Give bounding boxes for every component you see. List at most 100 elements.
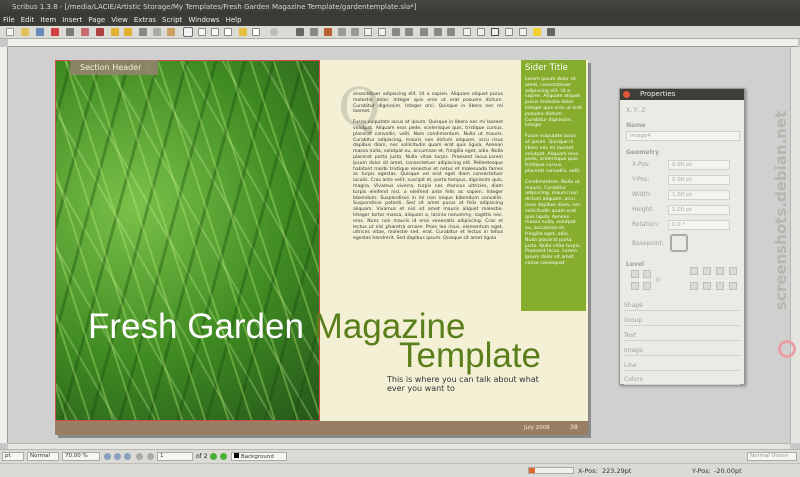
image-frame-icon[interactable] [211, 28, 219, 36]
eyedropper-icon[interactable] [447, 28, 455, 36]
size-lock-icon[interactable] [729, 267, 737, 275]
rotate-icon[interactable] [338, 28, 346, 36]
render-frame-icon[interactable] [224, 28, 232, 36]
properties-panel[interactable]: Properties X, Y, Z Name Image4 Geometry … [619, 88, 745, 385]
close-icon[interactable] [623, 91, 630, 98]
menu-extras[interactable]: Extras [131, 15, 159, 26]
xyz-tab-label[interactable]: X, Y, Z [626, 107, 646, 114]
menu-page[interactable]: Page [85, 15, 108, 26]
lock-icon[interactable] [716, 267, 724, 275]
export-pdf-icon[interactable] [96, 28, 104, 36]
undo-icon[interactable] [111, 28, 119, 36]
zoom-in-icon[interactable] [124, 453, 131, 460]
vertical-scrollbar[interactable] [790, 47, 800, 443]
link-annotation-icon[interactable] [547, 28, 555, 36]
grass-photo-image[interactable] [55, 60, 320, 421]
zoom-100-icon[interactable] [114, 453, 121, 460]
cut-icon[interactable] [139, 28, 147, 36]
flip-horizontal-icon[interactable] [690, 267, 698, 275]
frame-shape-icon[interactable] [716, 282, 724, 290]
zoom-field[interactable]: 70.00 % [62, 452, 100, 461]
print-icon[interactable] [66, 28, 74, 36]
properties-titlebar[interactable]: Properties [620, 89, 744, 100]
flip-vertical-icon[interactable] [703, 267, 711, 275]
menu-script[interactable]: Script [159, 15, 185, 26]
ypos-field[interactable]: 0.00 pt [668, 175, 730, 185]
menu-insert[interactable]: Insert [59, 15, 85, 26]
width-field[interactable]: 1.00 pt [668, 190, 730, 200]
mode-select[interactable]: Normal [27, 452, 59, 461]
text-section-header[interactable]: Text [624, 330, 740, 341]
menu-item[interactable]: Item [37, 15, 59, 26]
text-annotation-icon[interactable] [533, 28, 541, 36]
menu-edit[interactable]: Edit [18, 15, 38, 26]
paste-icon[interactable] [167, 28, 175, 36]
menu-view[interactable]: View [108, 15, 131, 26]
watermark-text: screenshots.debian.net [772, 110, 790, 310]
zoom-icon[interactable] [351, 28, 359, 36]
copy-properties-icon[interactable] [434, 28, 442, 36]
pdf-text-field-icon[interactable] [477, 28, 485, 36]
tagline-text[interactable]: This is where you can talk about what ev… [387, 375, 557, 393]
edit-text-icon[interactable] [378, 28, 386, 36]
colors-section-header[interactable]: Colors [624, 374, 740, 385]
pdf-combo-box-icon[interactable] [505, 28, 513, 36]
menu-help[interactable]: Help [223, 15, 245, 26]
last-page-icon[interactable] [220, 453, 227, 460]
first-page-icon[interactable] [136, 453, 143, 460]
open-icon[interactable] [21, 28, 29, 36]
unit-select[interactable]: pt [2, 452, 24, 461]
lower-icon[interactable] [631, 282, 639, 290]
rotation-field[interactable]: 0.0 ° [668, 220, 730, 230]
basepoint-selector-icon[interactable] [670, 234, 688, 252]
line-section-header[interactable]: Line [624, 360, 740, 371]
freehand-icon[interactable] [324, 28, 332, 36]
shape-icon[interactable] [252, 28, 260, 36]
close-document-icon[interactable] [51, 28, 59, 36]
text-frame-icon[interactable] [198, 28, 206, 36]
shape-section-header[interactable]: Shape [624, 300, 740, 311]
measure-icon[interactable] [420, 28, 428, 36]
pdf-checkbox-icon[interactable] [491, 28, 499, 36]
document-page[interactable]: Section Header Q onsectetuer adipiscing … [55, 60, 588, 435]
section-header[interactable]: Section Header [70, 60, 158, 75]
page-number-field[interactable]: 1 [157, 452, 193, 461]
raise-to-top-icon[interactable] [631, 270, 639, 278]
image-section-header[interactable]: Image [624, 345, 740, 356]
xpos-field[interactable]: 0.00 pt [668, 160, 730, 170]
edit-contents-icon[interactable] [364, 28, 372, 36]
lower-to-bottom-icon[interactable] [643, 282, 651, 290]
layer-select[interactable]: Background [231, 452, 287, 461]
height-field[interactable]: 1.00 pt [668, 205, 730, 215]
bezier-icon[interactable] [310, 28, 318, 36]
link-frames-icon[interactable] [392, 28, 400, 36]
polygon-icon[interactable] [270, 28, 278, 36]
previous-page-icon[interactable] [147, 453, 154, 460]
magazine-title-line-2[interactable]: Template [399, 336, 541, 376]
view-mode-select[interactable]: Normal Vision [747, 452, 797, 461]
copy-icon[interactable] [153, 28, 161, 36]
table-icon[interactable] [239, 28, 247, 36]
group-section-header[interactable]: Group [624, 315, 740, 326]
print-toggle-icon[interactable] [690, 282, 698, 290]
redo-icon[interactable] [124, 28, 132, 36]
bounding-box-icon[interactable] [729, 282, 737, 290]
unlink-frames-icon[interactable] [405, 28, 413, 36]
preflight-icon[interactable] [81, 28, 89, 36]
new-document-icon[interactable] [6, 28, 14, 36]
page-footer[interactable]: July 2008 38 [55, 421, 588, 435]
save-icon[interactable] [36, 28, 44, 36]
menu-windows[interactable]: Windows [185, 15, 222, 26]
next-page-icon[interactable] [210, 453, 217, 460]
menu-file[interactable]: File [0, 15, 18, 26]
text-flow-icon[interactable] [703, 282, 711, 290]
pdf-list-box-icon[interactable] [519, 28, 527, 36]
select-item-icon[interactable] [183, 27, 193, 37]
pdf-push-button-icon[interactable] [463, 28, 471, 36]
line-icon[interactable] [296, 28, 304, 36]
raise-icon[interactable] [643, 270, 651, 278]
name-field[interactable]: Image4 [626, 131, 740, 141]
sidebar-frame[interactable]: Sider Title Lorem ipsum dolor sit amet, … [521, 60, 586, 311]
body-text-frame[interactable]: onsectetuer adipiscing elit. Ut a sapien… [353, 92, 503, 247]
zoom-out-icon[interactable] [104, 453, 111, 460]
